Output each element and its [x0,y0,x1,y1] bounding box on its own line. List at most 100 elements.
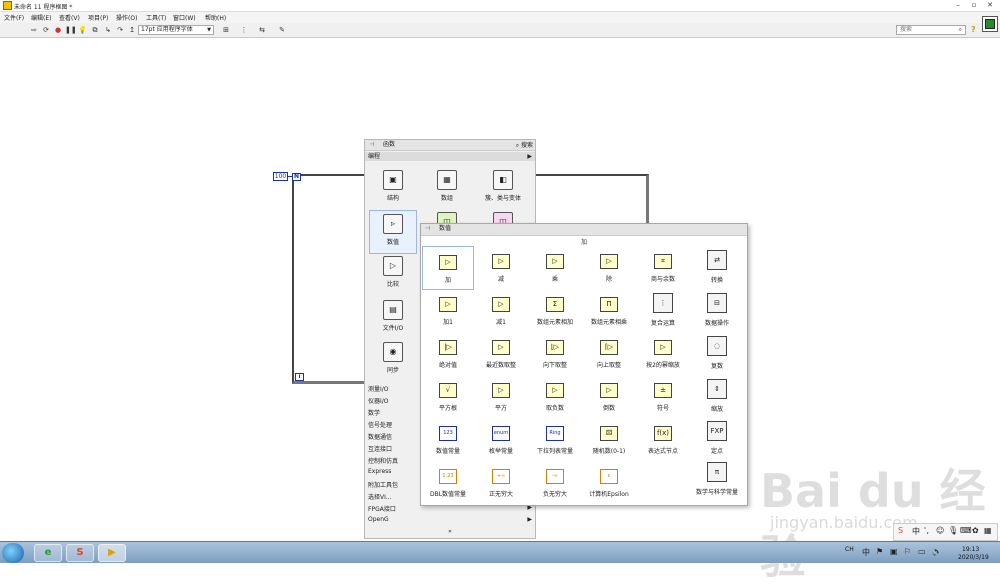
search-icon[interactable]: ⌕ [959,26,962,34]
func-round-up[interactable]: ⌈▷ 向上取整 [583,340,635,369]
close-icon[interactable]: ✕ [984,1,996,10]
palette-conversion[interactable]: ⇄ 转换 [691,250,743,284]
clock-time[interactable]: 19:13 [962,546,979,553]
func-round-down[interactable]: ⌊▷ 向下取整 [529,340,581,369]
vi-connector-icon[interactable] [982,16,998,32]
loop-count-terminal[interactable]: N [292,173,301,181]
tray-screen-icon[interactable]: ▭ [918,547,926,556]
tools-grid-icon[interactable]: ▦ [984,526,992,535]
pin-icon[interactable]: ⊣ [369,140,374,150]
palette-fixed-point[interactable]: FXP 定点 [691,421,743,455]
func-square[interactable]: ▷ 平方 [475,383,527,412]
run-arrow-icon[interactable]: ⇨ [30,26,38,34]
dbl-constant-item[interactable]: 1.23 DBL数值常量 [422,469,474,498]
palette-category-data-communication[interactable]: 数据通信 [368,432,392,441]
step-into-icon[interactable]: ↳ [104,26,112,34]
more-categories-chevron-icon[interactable]: » [365,528,535,535]
palette-scaling[interactable]: ⇕ 缩放 [691,379,743,413]
numeric-constant-item[interactable]: 123 数值常量 [422,426,474,455]
negative-infinity-item[interactable]: -∞ 负无穷大 [529,469,581,498]
func-reciprocal[interactable]: ▷ 倒数 [583,383,635,412]
palette-category-select-vi[interactable]: 选择VI... [368,492,392,501]
chinese-mode-icon[interactable]: 中 [912,526,920,537]
palette-category-openg[interactable]: OpenG [368,516,389,523]
windows-start-icon[interactable] [2,543,24,563]
keyboard-icon[interactable]: ⌨ [960,526,972,535]
abort-icon[interactable]: ● [54,26,62,34]
tray-ime-icon[interactable]: 中 [862,547,870,558]
menu-project[interactable]: 项目(P) [88,13,108,22]
pause-icon[interactable]: ❚❚ [65,26,77,34]
palette-category-instrument-io[interactable]: 仪器I/O [368,396,389,405]
func-round-nearest[interactable]: ▷ 最近数取整 [475,340,527,369]
clock-date[interactable]: 2020/3/19 [958,554,989,561]
align-objects-icon[interactable]: ⊞ [220,26,232,34]
palette-complex[interactable]: ◌ 复数 [691,336,743,370]
palette-item-cluster[interactable]: ◧ 簇、类与变体 [479,170,527,202]
pin-icon[interactable]: ⊣ [425,224,430,234]
skin-icon[interactable]: ✿ [972,526,979,535]
help-icon[interactable]: ? [971,25,976,34]
font-select[interactable]: 17pt 应用程序字体 ▼ [138,25,214,35]
menu-operate[interactable]: 操作(O) [116,13,137,22]
palette-category-express[interactable]: Express [368,468,391,475]
func-add-array-elements[interactable]: Σ 数组元素相加 [529,297,581,326]
menu-window[interactable]: 窗口(W) [173,13,196,22]
menu-file[interactable]: 文件(F) [4,13,24,22]
palette-search-button[interactable]: ⌕ 搜索 [516,141,533,151]
emoji-icon[interactable]: ☺ [936,526,944,535]
func-absolute-value[interactable]: |▷ 绝对值 [422,340,474,369]
palette-category-programming[interactable]: 编程 ▶ [365,152,535,161]
reorder-icon[interactable]: ⇆ [256,26,268,34]
func-subtract[interactable]: ▷ 减 [475,254,527,283]
expression-node-item[interactable]: f(x) 表达式节点 [637,426,689,455]
step-out-icon[interactable]: ↥ [128,26,136,34]
ring-constant-item[interactable]: Ring 下拉列表常量 [529,426,581,455]
func-scale-by-power-of-2[interactable]: ▷ 按2的幂缩放 [637,340,689,369]
menu-tools[interactable]: 工具(T) [146,13,166,22]
machine-epsilon-item[interactable]: ε 计算机Epsilon [583,469,635,498]
palette-category-fpga[interactable]: FPGA接口 [368,504,396,513]
tray-action-icon[interactable]: ⚐ [904,547,911,556]
palette-category-math[interactable]: 数学 [368,408,380,417]
tray-volume-icon[interactable]: 🔊 [932,547,942,556]
func-square-root[interactable]: √ 平方根 [422,383,474,412]
minimize-icon[interactable]: – [952,1,964,10]
positive-infinity-item[interactable]: +∞ 正无穷大 [475,469,527,498]
func-multiply[interactable]: ▷ 乘 [529,254,581,283]
tray-network-icon[interactable]: ⚑ [876,547,883,556]
func-negate[interactable]: ▷ 取负数 [529,383,581,412]
func-divide[interactable]: ▷ 除 [583,254,635,283]
tray-language[interactable]: CH [845,546,854,553]
palette-category-measurement-io[interactable]: 测量I/O [368,384,389,393]
enum-constant-item[interactable]: enum 枚举常量 [475,426,527,455]
palette-category-connectivity[interactable]: 互连接口 [368,444,392,453]
func-multiply-array-elements[interactable]: Π 数组元素相乘 [583,297,635,326]
palette-item-structures[interactable]: ▣ 结构 [369,170,417,202]
palette-item-comparison[interactable]: ▷ 比较 [369,256,417,288]
run-continuously-icon[interactable]: ⟳ [42,26,50,34]
palette-category-control-simulation[interactable]: 控制和仿真 [368,456,398,465]
palette-item-sync[interactable]: ◉ 同步 [369,342,417,374]
maximize-icon[interactable]: ▫ [968,1,980,10]
palette-category-addons[interactable]: 附加工具包 [368,480,398,489]
func-decrement[interactable]: ▷ 减1 [475,297,527,326]
palette-item-array[interactable]: ▦ 数组 [423,170,471,202]
highlight-execution-icon[interactable]: 💡 [78,26,87,34]
numeric-constant[interactable]: 100 [273,172,288,181]
labview-taskbar-icon[interactable]: ▶ [98,544,126,562]
func-compound-arithmetic[interactable]: ⋮ 复合运算 [637,293,689,327]
menu-view[interactable]: 查看(V) [59,13,80,22]
step-over-icon[interactable]: ↷ [116,26,124,34]
browser-taskbar-icon[interactable]: e [34,544,62,562]
iteration-terminal[interactable]: i [295,373,304,381]
distribute-objects-icon[interactable]: ⋮ [238,26,250,34]
random-number-item[interactable]: ⚄ 随机数(0-1) [583,426,635,455]
tray-network-status-icon[interactable]: ▣ [890,547,898,556]
func-increment[interactable]: ▷ 加1 [422,297,474,326]
func-add[interactable]: ▷ 加 [422,246,474,290]
retain-wire-values-icon[interactable]: ⧉ [91,26,99,34]
func-quotient-remainder[interactable]: ⌗ 商与余数 [637,254,689,283]
microphone-icon[interactable]: 🎙 [948,526,958,535]
sogou-taskbar-icon[interactable]: S [66,544,94,562]
